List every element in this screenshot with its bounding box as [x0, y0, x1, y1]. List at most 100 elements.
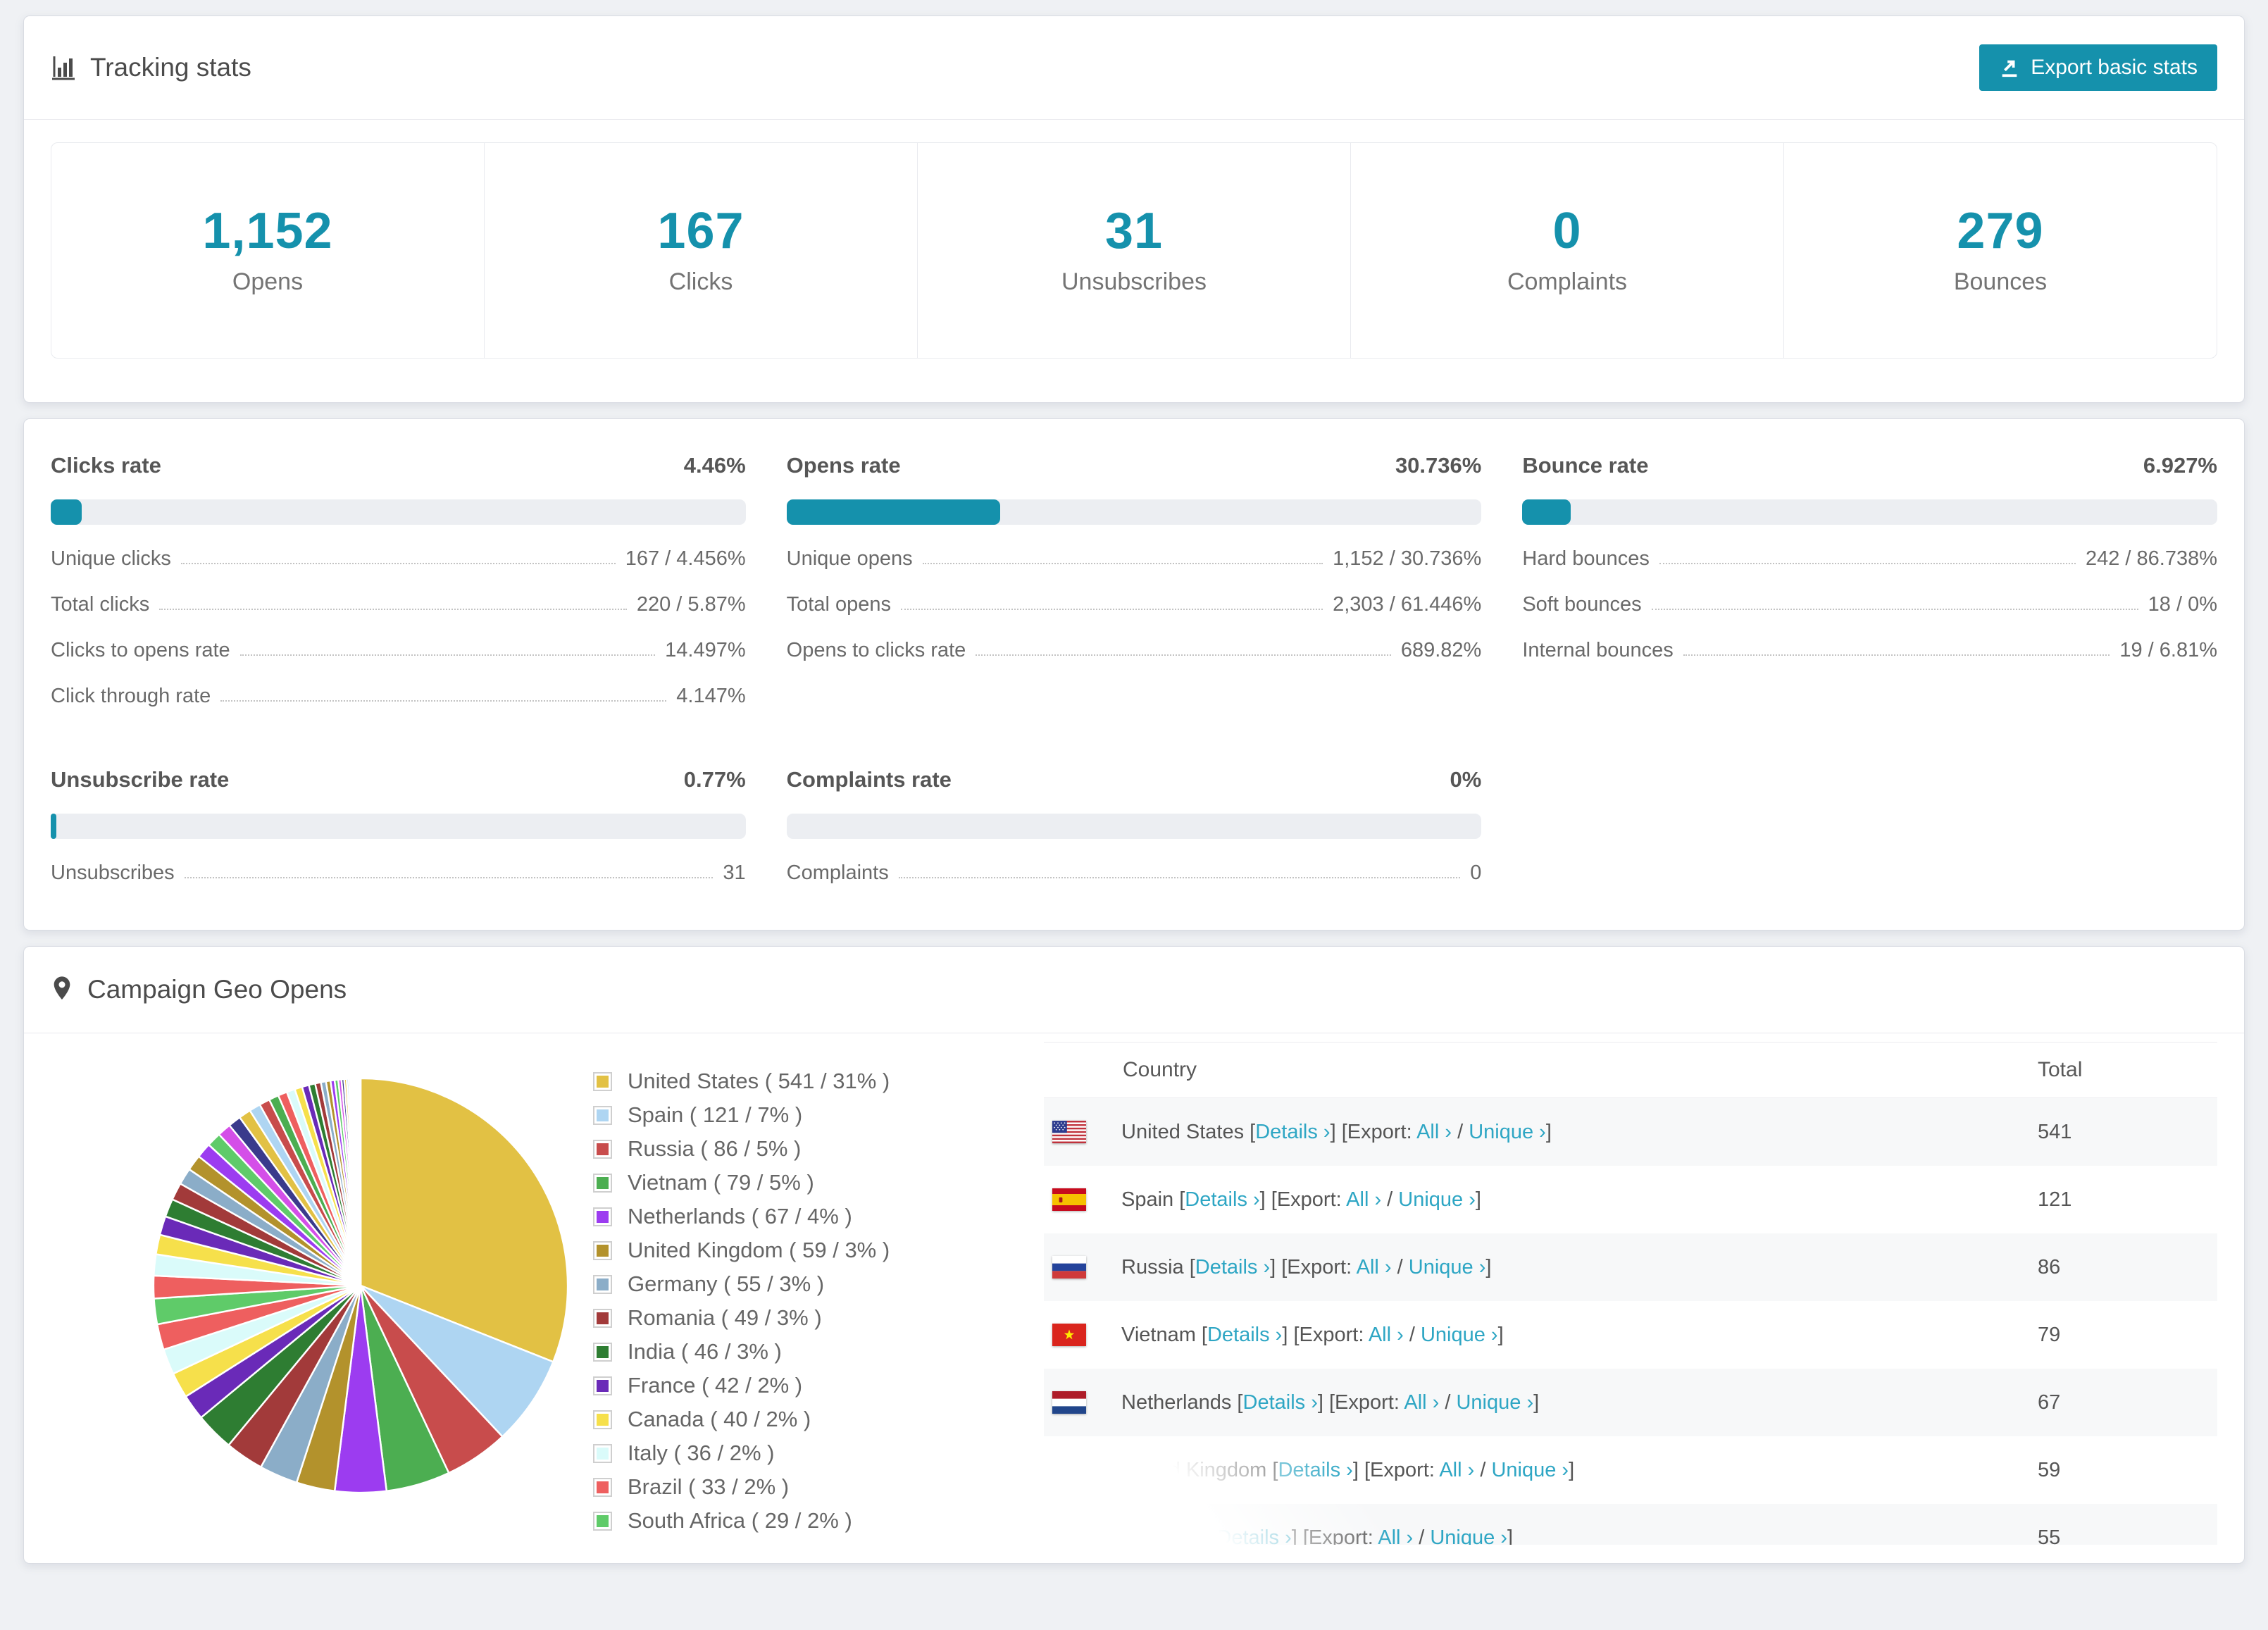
stat-tile: 31 Unsubscribes: [917, 143, 1350, 358]
details-link[interactable]: Details ›: [1255, 1121, 1330, 1143]
dotted-leader: [181, 563, 616, 564]
rate-value: 30.736%: [1395, 453, 1481, 478]
stat-tile: 167 Clicks: [484, 143, 917, 358]
rate-stat-value: 14.497%: [665, 639, 746, 662]
details-link[interactable]: Details ›: [1207, 1324, 1282, 1346]
legend-item[interactable]: United Kingdom ( 59 / 3% ): [593, 1238, 1005, 1263]
export-all-link[interactable]: All ›: [1357, 1256, 1392, 1279]
legend-label: United States ( 541 / 31% ): [628, 1069, 890, 1094]
legend-item[interactable]: South Africa ( 29 / 2% ): [593, 1508, 1005, 1533]
details-link[interactable]: Details ›: [1243, 1391, 1318, 1414]
progress-bar: [787, 499, 1482, 525]
rate-block: Complaints rate 0% Complaints 0: [787, 767, 1482, 885]
export-unique-link[interactable]: Unique ›: [1430, 1526, 1507, 1545]
export-unique-link[interactable]: Unique ›: [1398, 1188, 1476, 1211]
rate-stat-label: Soft bounces: [1522, 593, 1641, 616]
rate-stat-row: Total clicks 220 / 5.87%: [51, 593, 746, 616]
section-title: Campaign Geo Opens: [87, 975, 347, 1004]
export-all-link[interactable]: All ›: [1416, 1121, 1452, 1143]
legend-color-swatch: [593, 1376, 612, 1395]
legend-item[interactable]: France ( 42 / 2% ): [593, 1373, 1005, 1398]
legend-color-swatch: [593, 1512, 612, 1531]
export-all-link[interactable]: All ›: [1439, 1459, 1474, 1481]
stat-label: Complaints: [1351, 268, 1783, 296]
rate-stat-row: Complaints 0: [787, 861, 1482, 885]
rate-stat-value: 2,303 / 61.446%: [1333, 593, 1481, 616]
dotted-leader: [240, 654, 655, 656]
stat-value: 0: [1351, 202, 1783, 260]
table-row: Germany [Details ›] [Export: All › / Uni…: [1044, 1504, 2217, 1545]
dotted-leader: [220, 700, 666, 702]
rate-stat-value: 689.82%: [1401, 639, 1482, 662]
dotted-leader: [1659, 563, 2076, 564]
legend-label: Italy ( 36 / 2% ): [628, 1441, 774, 1466]
country-cell: Germany [Details ›] [Export: All › / Uni…: [1121, 1526, 1513, 1545]
country-cell: Russia [Details ›] [Export: All › / Uniq…: [1121, 1256, 1491, 1279]
geo-opens-title: Campaign Geo Opens: [51, 975, 347, 1004]
tracking-stats-header: Tracking stats Export basic stats: [24, 16, 2244, 120]
details-link[interactable]: Details ›: [1278, 1459, 1352, 1481]
dotted-leader: [1652, 609, 2138, 610]
total-cell: 541: [2038, 1121, 2217, 1144]
dotted-leader: [185, 877, 714, 878]
legend-item[interactable]: Canada ( 40 / 2% ): [593, 1407, 1005, 1432]
legend-color-swatch: [593, 1072, 612, 1091]
rate-block: Bounce rate 6.927% Hard bounces 242 / 86…: [1522, 453, 2217, 708]
export-unique-link[interactable]: Unique ›: [1409, 1256, 1486, 1279]
legend-item[interactable]: Netherlands ( 67 / 4% ): [593, 1204, 1005, 1229]
legend-item[interactable]: Brazil ( 33 / 2% ): [593, 1474, 1005, 1500]
flag-icon-ru: [1052, 1256, 1086, 1279]
rate-stat-label: Total clicks: [51, 593, 149, 616]
details-link[interactable]: Details ›: [1185, 1188, 1259, 1211]
legend-item[interactable]: Vietnam ( 79 / 5% ): [593, 1170, 1005, 1195]
export-unique-link[interactable]: Unique ›: [1456, 1391, 1533, 1414]
legend-label: Spain ( 121 / 7% ): [628, 1102, 802, 1128]
geo-table-header: Country Total: [1044, 1042, 2217, 1098]
flag-icon-vn: [1052, 1324, 1086, 1346]
legend-color-swatch: [593, 1241, 612, 1260]
legend-label: South Africa ( 29 / 2% ): [628, 1508, 852, 1533]
legend-label: Germany ( 55 / 3% ): [628, 1271, 824, 1297]
export-basic-stats-button[interactable]: Export basic stats: [1979, 44, 2217, 91]
geo-opens-pie-chart[interactable]: [144, 1069, 578, 1503]
geo-table-body: United States [Details ›] [Export: All ›…: [1044, 1098, 2217, 1545]
export-all-link[interactable]: All ›: [1369, 1324, 1404, 1346]
legend-item[interactable]: United States ( 541 / 31% ): [593, 1069, 1005, 1094]
export-unique-link[interactable]: Unique ›: [1421, 1324, 1498, 1346]
table-row: Russia [Details ›] [Export: All › / Uniq…: [1044, 1233, 2217, 1301]
legend-item[interactable]: Russia ( 86 / 5% ): [593, 1136, 1005, 1162]
legend-item[interactable]: India ( 46 / 3% ): [593, 1339, 1005, 1364]
legend-label: Romania ( 49 / 3% ): [628, 1305, 822, 1331]
export-unique-link[interactable]: Unique ›: [1469, 1121, 1546, 1143]
legend-color-swatch: [593, 1106, 612, 1125]
bar-chart-icon: [51, 55, 76, 80]
table-row: United States [Details ›] [Export: All ›…: [1044, 1098, 2217, 1166]
rate-stat-row: Soft bounces 18 / 0%: [1522, 593, 2217, 616]
legend-item[interactable]: Germany ( 55 / 3% ): [593, 1271, 1005, 1297]
legend-item[interactable]: Romania ( 49 / 3% ): [593, 1305, 1005, 1331]
rate-stat-value: 19 / 6.81%: [2119, 639, 2217, 662]
dotted-leader: [899, 877, 1460, 878]
details-link[interactable]: Details ›: [1216, 1526, 1291, 1545]
export-all-link[interactable]: All ›: [1378, 1526, 1413, 1545]
rate-title: Opens rate: [787, 453, 901, 478]
legend-color-swatch: [593, 1140, 612, 1159]
dotted-leader: [159, 609, 627, 610]
dotted-leader: [923, 563, 1323, 564]
rate-block: Clicks rate 4.46% Unique clicks 167 / 4.…: [51, 453, 746, 708]
stat-label: Bounces: [1784, 268, 2217, 296]
legend-label: France ( 42 / 2% ): [628, 1373, 802, 1398]
dotted-leader: [1683, 654, 2110, 656]
rate-stat-value: 1,152 / 30.736%: [1333, 547, 1481, 571]
export-unique-link[interactable]: Unique ›: [1491, 1459, 1569, 1481]
export-all-link[interactable]: All ›: [1404, 1391, 1439, 1414]
flag-icon-de: [1052, 1526, 1086, 1545]
stat-label: Unsubscribes: [918, 268, 1350, 296]
export-all-link[interactable]: All ›: [1346, 1188, 1381, 1211]
rate-stat-row: Opens to clicks rate 689.82%: [787, 639, 1482, 662]
legend-item[interactable]: Spain ( 121 / 7% ): [593, 1102, 1005, 1128]
rate-block: Unsubscribe rate 0.77% Unsubscribes 31: [51, 767, 746, 885]
details-link[interactable]: Details ›: [1195, 1256, 1270, 1279]
geo-pie-wrap: [51, 1069, 593, 1503]
legend-item[interactable]: Italy ( 36 / 2% ): [593, 1441, 1005, 1466]
